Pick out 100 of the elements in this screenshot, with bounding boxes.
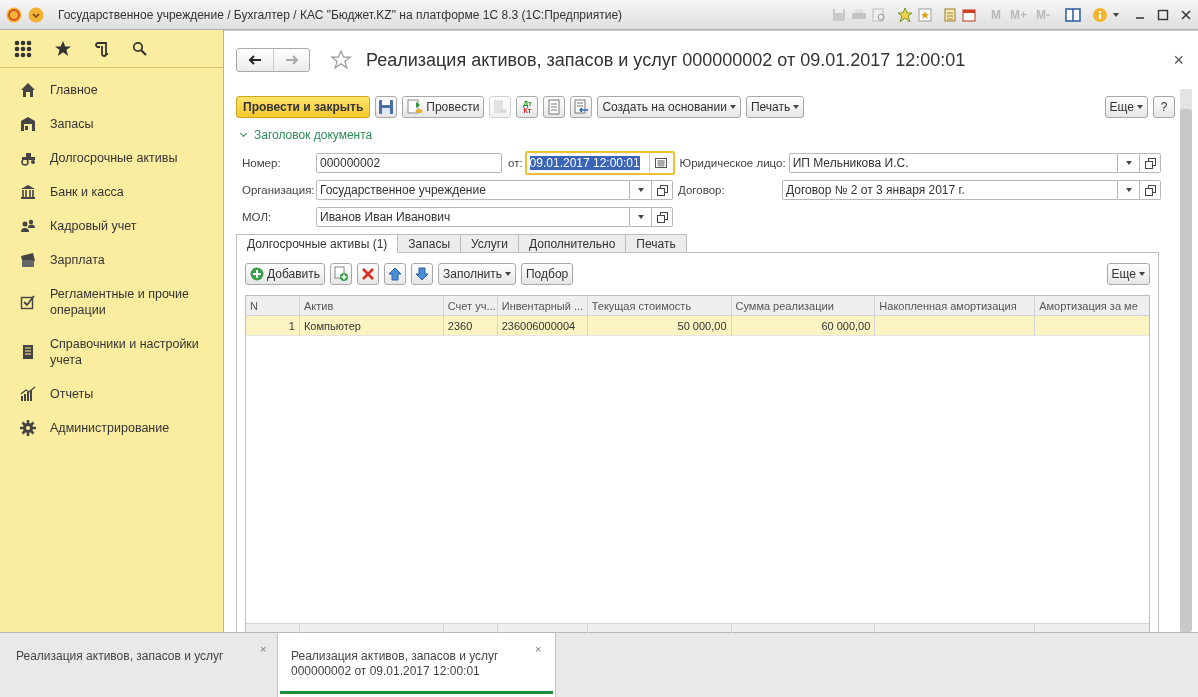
star-icon[interactable] bbox=[330, 49, 352, 71]
sidebar-item[interactable]: Отчеты bbox=[0, 377, 223, 411]
caret-icon bbox=[504, 272, 511, 276]
input-field[interactable]: 000000002 bbox=[316, 153, 502, 173]
open-window-icon bbox=[656, 184, 668, 196]
date-field[interactable]: 09.01.2017 12:00:01 bbox=[524, 151, 675, 175]
open-button[interactable] bbox=[1140, 153, 1161, 173]
document-icon bbox=[546, 99, 563, 115]
document-arrow-icon bbox=[573, 99, 590, 115]
open-button[interactable] bbox=[652, 180, 673, 200]
dropdown-button[interactable] bbox=[630, 207, 652, 227]
menu-button[interactable]: Заполнить bbox=[438, 263, 516, 285]
icon-button[interactable] bbox=[570, 96, 593, 118]
close-button[interactable]: × bbox=[260, 643, 267, 655]
people-icon bbox=[20, 218, 36, 234]
dropdown-button[interactable] bbox=[1118, 180, 1140, 200]
column-header[interactable]: Накопленная амортизация bbox=[875, 296, 1036, 315]
sidebar-item[interactable]: Справочники и настройки учета bbox=[0, 327, 223, 377]
open-button[interactable] bbox=[1140, 180, 1161, 200]
pick-button[interactable]: Подбор bbox=[520, 263, 574, 285]
tab[interactable]: Услуги bbox=[461, 234, 519, 252]
arrow-up-icon bbox=[387, 266, 404, 282]
sidebar-item[interactable]: Регламентные и прочие операции bbox=[0, 277, 223, 327]
chart-icon bbox=[20, 386, 36, 402]
tab[interactable]: Дополнительно bbox=[518, 234, 627, 252]
select-field[interactable]: ИП Мельникова И.С. bbox=[788, 153, 1118, 173]
open-button[interactable] bbox=[652, 207, 673, 227]
more-button[interactable]: Еще bbox=[1104, 96, 1148, 118]
column-header[interactable]: N bbox=[246, 296, 300, 315]
menu-button[interactable]: Печать bbox=[745, 96, 805, 118]
tab[interactable]: Печать bbox=[626, 234, 687, 252]
apps-grid-icon[interactable] bbox=[14, 39, 32, 58]
gear-icon bbox=[20, 420, 36, 436]
calendar-icon[interactable] bbox=[962, 7, 976, 22]
column-header[interactable]: Текущая стоимость bbox=[587, 296, 732, 315]
tab[interactable]: Долгосрочные активы (1) bbox=[236, 234, 399, 253]
close-button[interactable]: × bbox=[535, 643, 542, 655]
post-and-close-button[interactable]: Провести и закрыть bbox=[236, 96, 371, 118]
caret-icon bbox=[1125, 161, 1132, 165]
window-title: Государственное учреждение / Бухгалтер / КАС "Бюджет.KZ" на платформе 1С 8.3 (1С:Предприятие) bbox=[58, 7, 624, 22]
dropdown-button[interactable] bbox=[1118, 153, 1140, 173]
close-icon[interactable] bbox=[1180, 8, 1192, 21]
column-header[interactable]: Актив bbox=[299, 296, 444, 315]
logo-icon[interactable] bbox=[6, 6, 22, 23]
caret-icon bbox=[1139, 272, 1145, 276]
sidebar-item[interactable]: Главное bbox=[0, 73, 223, 107]
arrow-down-icon bbox=[414, 266, 431, 282]
add-button[interactable]: Добавить bbox=[245, 263, 326, 285]
star-icon[interactable] bbox=[918, 7, 932, 22]
column-header[interactable]: Сумма реализации bbox=[731, 296, 876, 315]
column-header[interactable]: Амортизация за ме bbox=[1035, 296, 1150, 315]
tab[interactable]: Запасы bbox=[398, 234, 462, 252]
field-label: Организация: bbox=[242, 184, 316, 196]
more-button[interactable]: Еще bbox=[1106, 263, 1150, 285]
document-title: Реализация активов, запасов и услуг 000000002 от 09.01.2017 12:00:01 bbox=[366, 49, 967, 71]
help-button[interactable]: ? bbox=[1153, 96, 1175, 118]
window-tab[interactable]: Реализация активов, запасов и услуг 000000002 от 09.01.2017 12:00:01 × bbox=[278, 633, 556, 697]
sidebar-item[interactable]: Администрирование bbox=[0, 411, 223, 445]
menu-icon[interactable] bbox=[28, 6, 44, 23]
icon-button[interactable] bbox=[330, 263, 353, 285]
search-icon[interactable] bbox=[132, 40, 148, 57]
checkbox-icon bbox=[20, 294, 36, 310]
star-icon[interactable] bbox=[897, 6, 913, 23]
icon-button[interactable] bbox=[357, 263, 380, 285]
icon-button[interactable] bbox=[375, 96, 398, 118]
select-field[interactable]: Государственное учреждение bbox=[316, 180, 630, 200]
panel-icon[interactable] bbox=[1065, 7, 1081, 22]
field-label: Юридическое лицо: bbox=[679, 157, 787, 169]
caret-icon bbox=[637, 215, 644, 219]
select-field[interactable]: Договор № 2 от 3 января 2017 г. bbox=[782, 180, 1118, 200]
column-header[interactable]: Счет уч... bbox=[443, 296, 498, 315]
column-header[interactable]: Инвентарный ... bbox=[497, 296, 588, 315]
star-icon[interactable] bbox=[54, 39, 72, 58]
field-label: Договор: bbox=[678, 184, 726, 196]
scroll-icon[interactable] bbox=[94, 39, 110, 58]
icon-button[interactable] bbox=[384, 263, 407, 285]
menu-button[interactable]: Создать на основании bbox=[597, 96, 741, 118]
home-icon bbox=[20, 82, 36, 98]
table-cell: 1 bbox=[246, 316, 300, 335]
table-cell: 50 000,00 bbox=[587, 316, 732, 335]
caret-icon bbox=[793, 105, 800, 109]
maximize-icon[interactable] bbox=[1157, 8, 1169, 21]
delete-icon bbox=[360, 266, 377, 282]
caret-icon bbox=[637, 188, 644, 192]
sidebar-item[interactable]: Зарплата bbox=[0, 243, 223, 277]
table-cell: 60 000,00 bbox=[731, 316, 876, 335]
sidebar-item[interactable]: Кадровый учет bbox=[0, 209, 223, 243]
open-window-icon bbox=[1144, 184, 1156, 196]
sidebar-item[interactable]: Запасы bbox=[0, 107, 223, 141]
post-button[interactable]: Провести bbox=[402, 96, 485, 118]
select-field[interactable]: Иванов Иван Иванович bbox=[316, 207, 630, 227]
icon-button[interactable] bbox=[411, 263, 434, 285]
scrollbar[interactable] bbox=[1180, 89, 1192, 632]
document-coins-icon bbox=[492, 99, 509, 115]
sidebar-item[interactable]: Долгосрочные активы bbox=[0, 141, 223, 175]
group-toggle[interactable]: Заголовок документа bbox=[236, 128, 375, 142]
dropdown-button[interactable] bbox=[630, 180, 652, 200]
close-button[interactable]: × bbox=[1169, 49, 1188, 71]
sidebar-item[interactable]: Банк и касса bbox=[0, 175, 223, 209]
open-window-icon bbox=[1144, 157, 1156, 169]
